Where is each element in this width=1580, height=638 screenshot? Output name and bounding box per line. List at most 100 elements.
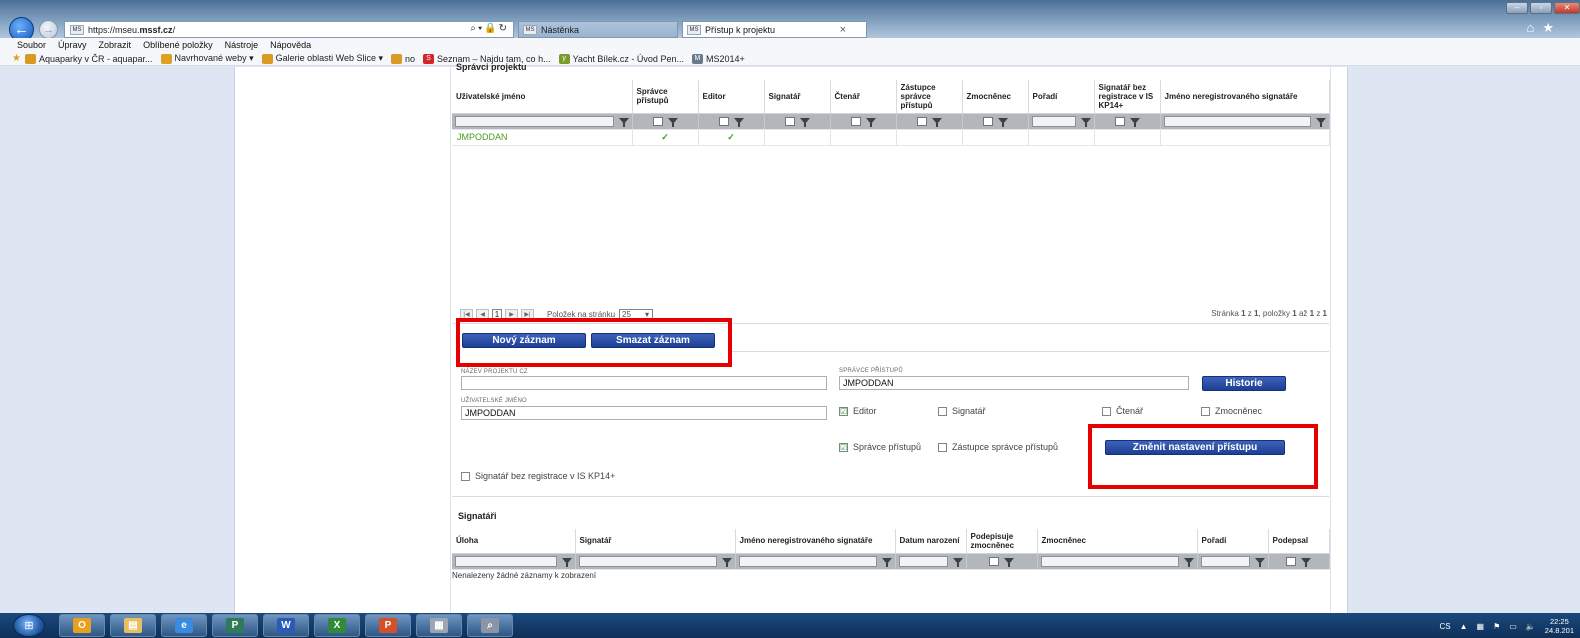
checkbox-bez-registrace[interactable]: Signatář bez registrace v IS KP14+ bbox=[461, 471, 615, 481]
tray-expand-icon[interactable]: ▲ bbox=[1460, 622, 1468, 631]
col-header-jmeno-neregistrovaneho[interactable]: Jméno neregistrovaného signatáře bbox=[1160, 80, 1330, 114]
taskbar-app-outlook[interactable]: O bbox=[59, 614, 105, 637]
close-tab-icon[interactable]: × bbox=[840, 24, 846, 36]
checkbox-icon[interactable] bbox=[461, 471, 470, 481]
menu-item-zobrazit[interactable]: Zobrazit bbox=[99, 40, 132, 50]
tab-nastenka[interactable]: MS Nástěnka bbox=[518, 21, 678, 38]
col-header-uloha[interactable]: Úloha bbox=[452, 529, 576, 554]
filter-icon[interactable] bbox=[1004, 558, 1014, 567]
maximize-icon[interactable]: ▫ bbox=[1530, 2, 1552, 14]
col-header-signatar[interactable]: Signatář bbox=[575, 529, 736, 554]
col-header-spravce[interactable]: Správce přístupů bbox=[632, 80, 699, 114]
filter-icon[interactable] bbox=[733, 118, 744, 127]
checkbox-editor[interactable]: ☑ Editor bbox=[839, 406, 877, 416]
history-button[interactable]: Historie bbox=[1202, 376, 1286, 391]
language-indicator[interactable]: CS bbox=[1439, 622, 1450, 631]
filter-input[interactable] bbox=[1040, 555, 1179, 567]
filter-icon[interactable] bbox=[881, 558, 892, 567]
project-name-input[interactable] bbox=[461, 376, 827, 390]
col-header-signatar[interactable]: Signatář bbox=[764, 80, 831, 114]
checkbox-icon[interactable] bbox=[938, 442, 947, 452]
filter-icon[interactable] bbox=[1183, 558, 1194, 567]
col-header-zmocnenec[interactable]: Zmocněnec bbox=[1037, 529, 1198, 554]
taskbar-app-word[interactable]: W bbox=[263, 614, 309, 637]
col-header-poradi[interactable]: Pořadí bbox=[1197, 529, 1269, 554]
filter-checkbox[interactable] bbox=[652, 116, 663, 126]
checkbox-ctenar[interactable]: Čtenář bbox=[1102, 406, 1143, 416]
menu-item-upravy[interactable]: Úpravy bbox=[58, 40, 87, 50]
star-icon[interactable]: ★ bbox=[1542, 20, 1562, 35]
col-header-ctenar[interactable]: Čtenář bbox=[830, 80, 897, 114]
col-header-datum-narozeni[interactable]: Datum narození bbox=[895, 529, 967, 554]
taskbar-app-calculator[interactable]: ▦ bbox=[416, 614, 462, 637]
filter-checkbox[interactable] bbox=[982, 116, 993, 126]
favorites-star-icon[interactable]: ★ bbox=[12, 53, 21, 64]
filter-checkbox[interactable] bbox=[850, 116, 861, 126]
col-header-uzivatelske-jmeno[interactable]: Uživatelské jméno bbox=[452, 80, 633, 114]
checkbox-icon[interactable]: ☑ bbox=[839, 442, 848, 452]
favorite-ms2014[interactable]: M MS2014+ bbox=[691, 53, 745, 64]
col-header-zastupce[interactable]: Zástupce správce přístupů bbox=[896, 80, 963, 114]
filter-icon[interactable] bbox=[721, 558, 732, 567]
favorite-galerie[interactable]: Galerie oblasti Web Slice ▾ bbox=[261, 53, 383, 64]
checkbox-spravce-pristupu[interactable]: ☑ Správce přístupů bbox=[839, 442, 921, 452]
favorite-no[interactable]: no bbox=[391, 53, 415, 64]
refresh-icon[interactable]: ↻ bbox=[499, 23, 509, 34]
filter-checkbox[interactable] bbox=[1286, 556, 1296, 566]
filter-icon[interactable] bbox=[1080, 118, 1091, 127]
checkbox-zmocnenec[interactable]: Zmocněnec bbox=[1201, 406, 1262, 416]
col-header-zmocnenec[interactable]: Zmocněnec bbox=[962, 80, 1029, 114]
access-admin-input[interactable]: JMPODDAN bbox=[839, 376, 1189, 390]
address-bar[interactable]: MS https://mseu.mssf.cz/ ⌕▾🔒↻ bbox=[64, 21, 514, 38]
monitor-icon[interactable]: ▭ bbox=[1509, 622, 1517, 631]
menu-item-oblibene[interactable]: Oblíbené položky bbox=[143, 40, 213, 50]
checkbox-icon[interactable] bbox=[1201, 406, 1210, 416]
filter-icon[interactable] bbox=[667, 118, 678, 127]
filter-icon[interactable] bbox=[865, 118, 876, 127]
filter-icon[interactable] bbox=[618, 118, 629, 127]
filter-input[interactable] bbox=[455, 115, 614, 127]
volume-icon[interactable]: 🔈 bbox=[1526, 622, 1536, 631]
filter-input[interactable] bbox=[1200, 555, 1250, 567]
filter-checkbox[interactable] bbox=[989, 556, 999, 566]
filter-input[interactable] bbox=[1031, 115, 1076, 127]
forward-button[interactable]: → bbox=[39, 20, 58, 39]
flag-icon[interactable]: ⚑ bbox=[1493, 622, 1500, 631]
home-icon[interactable]: ⌂ bbox=[1526, 20, 1542, 35]
checkbox-icon[interactable]: ☑ bbox=[839, 406, 848, 416]
tab-pristup-k-projektu[interactable]: MS Přístup k projektu × bbox=[682, 21, 867, 38]
checkbox-icon[interactable] bbox=[938, 406, 947, 416]
filter-icon[interactable] bbox=[1129, 118, 1140, 127]
col-header-bez-registrace[interactable]: Signatář bez registrace v IS KP14+ bbox=[1094, 80, 1161, 114]
filter-input[interactable] bbox=[455, 555, 557, 567]
filter-input[interactable] bbox=[738, 555, 877, 567]
network-icon[interactable]: ▦ bbox=[1477, 622, 1485, 631]
filter-input[interactable] bbox=[898, 555, 948, 567]
col-header-podepisuje-zmocnenec[interactable]: Podepisuje zmocněnec bbox=[966, 529, 1038, 554]
menu-item-nastroje[interactable]: Nástroje bbox=[225, 40, 259, 50]
table-row[interactable]: JMPODDAN ✓ ✓ bbox=[452, 129, 1330, 146]
menu-item-napoveda[interactable]: Nápověda bbox=[270, 40, 311, 50]
start-button[interactable]: ⊞ bbox=[13, 614, 45, 637]
filter-icon[interactable] bbox=[1301, 558, 1311, 567]
taskbar-app-explorer[interactable]: ▤ bbox=[110, 614, 156, 637]
taskbar-app-project[interactable]: P bbox=[212, 614, 258, 637]
filter-checkbox[interactable] bbox=[1114, 116, 1125, 126]
filter-icon[interactable] bbox=[1315, 118, 1326, 127]
filter-checkbox[interactable] bbox=[718, 116, 729, 126]
checkbox-icon[interactable] bbox=[1102, 406, 1111, 416]
menu-item-soubor[interactable]: Soubor bbox=[17, 40, 46, 50]
username-input[interactable]: JMPODDAN bbox=[461, 406, 827, 420]
checkbox-zastupce[interactable]: Zástupce správce přístupů bbox=[938, 442, 1058, 452]
taskbar-app-ie[interactable]: e bbox=[161, 614, 207, 637]
filter-icon[interactable] bbox=[799, 118, 810, 127]
clock[interactable]: 22:25 24.8.201 bbox=[1545, 617, 1574, 635]
favorite-yacht[interactable]: y Yacht Bílek.cz - Úvod Pen... bbox=[558, 53, 684, 64]
address-actions[interactable]: ⌕▾🔒↻ bbox=[470, 23, 509, 34]
taskbar-app-excel[interactable]: X bbox=[314, 614, 360, 637]
taskbar-app-search[interactable]: ⌕ bbox=[467, 614, 513, 637]
minimize-icon[interactable]: – bbox=[1506, 2, 1528, 14]
filter-input[interactable] bbox=[1163, 115, 1311, 127]
taskbar-app-powerpoint[interactable]: P bbox=[365, 614, 411, 637]
checkbox-signatar[interactable]: Signatář bbox=[938, 406, 986, 416]
